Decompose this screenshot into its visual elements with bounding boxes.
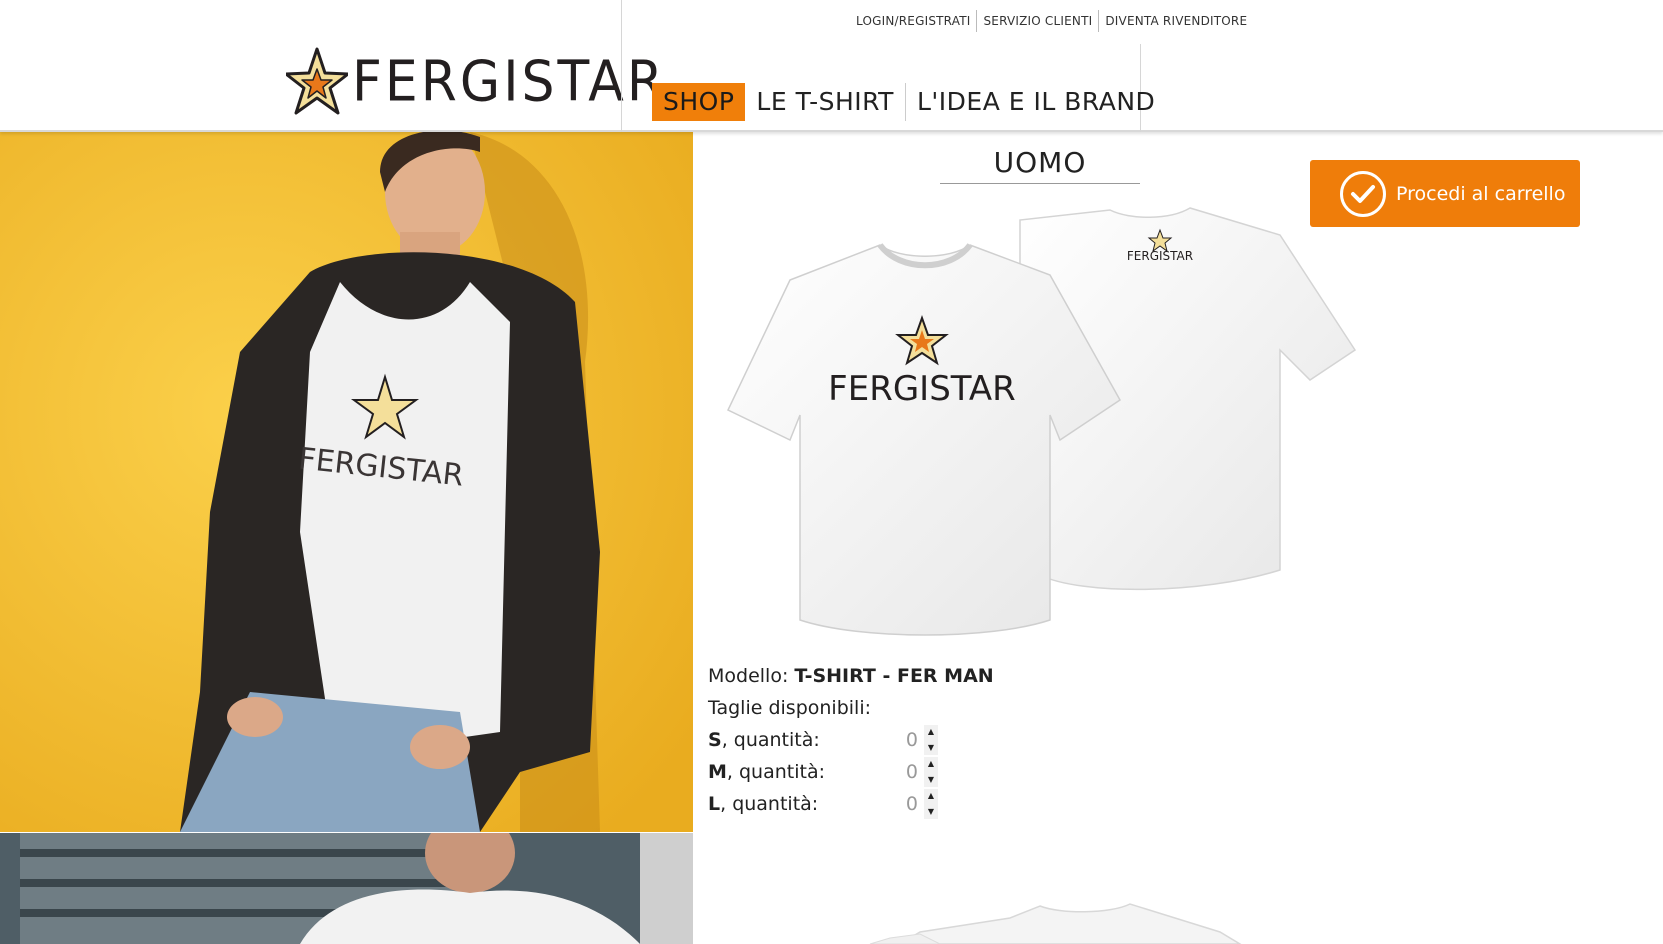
tshirt-product-image[interactable]: FERGISTAR FERGISTAR — [720, 200, 1360, 660]
top-links: LOGIN/REGISTRATI SERVIZIO CLIENTI DIVENT… — [850, 10, 1253, 32]
front-print-text: FERGISTAR — [828, 369, 1016, 409]
customer-service-link[interactable]: SERVIZIO CLIENTI — [977, 11, 1098, 31]
size-letter: L — [708, 793, 721, 815]
size-row-l: L, quantità: ▲▼ — [708, 788, 994, 820]
size-suffix: , quantità: — [720, 793, 819, 815]
quantity-stepper-s: ▲▼ — [878, 725, 938, 755]
next-tshirt-product-image[interactable] — [860, 898, 1320, 944]
model-value: T-SHIRT - FER MAN — [794, 665, 994, 687]
sizes-label: Taglie disponibili: — [708, 697, 871, 719]
spinner-arrows-icon[interactable]: ▲ ▼ — [924, 725, 938, 755]
become-reseller-link[interactable]: DIVENTA RIVENDITORE — [1099, 11, 1253, 31]
category-title: UOMO — [940, 146, 1140, 184]
quantity-input-l[interactable] — [888, 793, 918, 815]
spinner-arrows-icon[interactable]: ▲ ▼ — [924, 789, 938, 819]
site-header: FERGISTAR LOGIN/REGISTRATI SERVIZIO CLIE… — [0, 0, 1663, 132]
quantity-input-s[interactable] — [888, 729, 918, 751]
size-letter: S — [708, 729, 722, 751]
model-photo-2-illustration — [0, 833, 693, 944]
header-divider — [621, 0, 622, 132]
nav-shop[interactable]: SHOP — [652, 83, 746, 121]
model-row: Modello: T-SHIRT - FER MAN — [708, 660, 994, 692]
spinner-arrows-icon[interactable]: ▲ ▼ — [924, 757, 938, 787]
brand-logo[interactable]: FERGISTAR — [286, 46, 666, 118]
cart-button-label: Procedi al carrello — [1396, 182, 1566, 205]
login-register-link[interactable]: LOGIN/REGISTRATI — [850, 11, 976, 31]
size-suffix: , quantità: — [721, 729, 820, 751]
nav-idea-brand[interactable]: L'IDEA E IL BRAND — [906, 83, 1166, 121]
model-photo: FERGISTAR — [0, 132, 693, 832]
size-row-m: M, quantità: ▲▼ — [708, 756, 994, 788]
quantity-input-m[interactable] — [888, 761, 918, 783]
product-info: Modello: T-SHIRT - FER MAN Taglie dispon… — [708, 660, 994, 820]
brand-name: FERGISTAR — [352, 49, 666, 115]
size-letter: M — [708, 761, 727, 783]
nav-t-shirts[interactable]: LE T-SHIRT — [745, 83, 905, 121]
quantity-stepper-m: ▲▼ — [878, 757, 938, 787]
model-photo-illustration: FERGISTAR — [0, 132, 693, 832]
size-row-s: S, quantità: ▲▼ — [708, 724, 994, 756]
model-photo-2 — [0, 833, 693, 944]
model-label: Modello: — [708, 665, 789, 687]
star-logo-icon — [286, 47, 348, 115]
back-print-text: FERGISTAR — [1127, 249, 1193, 263]
main-nav: SHOP LE T-SHIRT L'IDEA E IL BRAND — [652, 83, 1166, 121]
size-suffix: , quantità: — [726, 761, 826, 783]
quantity-stepper-l: ▲▼ — [878, 789, 938, 819]
